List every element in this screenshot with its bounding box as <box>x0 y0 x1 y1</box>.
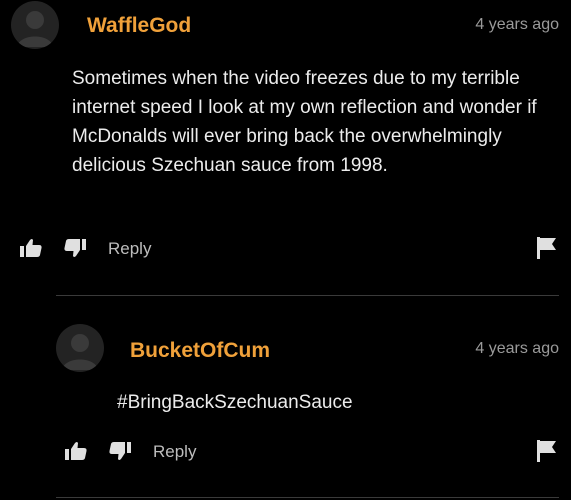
flag-icon[interactable] <box>535 439 559 463</box>
comment-text: #BringBackSzechuanSauce <box>117 392 353 413</box>
reply-button[interactable]: Reply <box>153 441 196 463</box>
thumbs-down-icon[interactable] <box>108 439 132 463</box>
avatar-icon[interactable] <box>56 324 104 372</box>
username[interactable]: WaffleGod <box>87 14 191 38</box>
comment-text: Sometimes when the video freezes due to … <box>72 68 537 176</box>
comment-actions: Reply <box>64 439 559 465</box>
avatar-icon[interactable] <box>11 1 59 49</box>
divider <box>56 295 559 296</box>
username[interactable]: BucketOfCum <box>130 339 270 363</box>
flag-icon[interactable] <box>535 236 559 260</box>
timestamp: 4 years ago <box>475 16 559 33</box>
thumbs-up-icon[interactable] <box>19 236 43 260</box>
comment-actions: Reply <box>19 236 559 262</box>
thumbs-up-icon[interactable] <box>64 439 88 463</box>
divider <box>56 497 559 498</box>
timestamp: 4 years ago <box>475 340 559 357</box>
reply-button[interactable]: Reply <box>108 238 151 260</box>
thumbs-down-icon[interactable] <box>63 236 87 260</box>
